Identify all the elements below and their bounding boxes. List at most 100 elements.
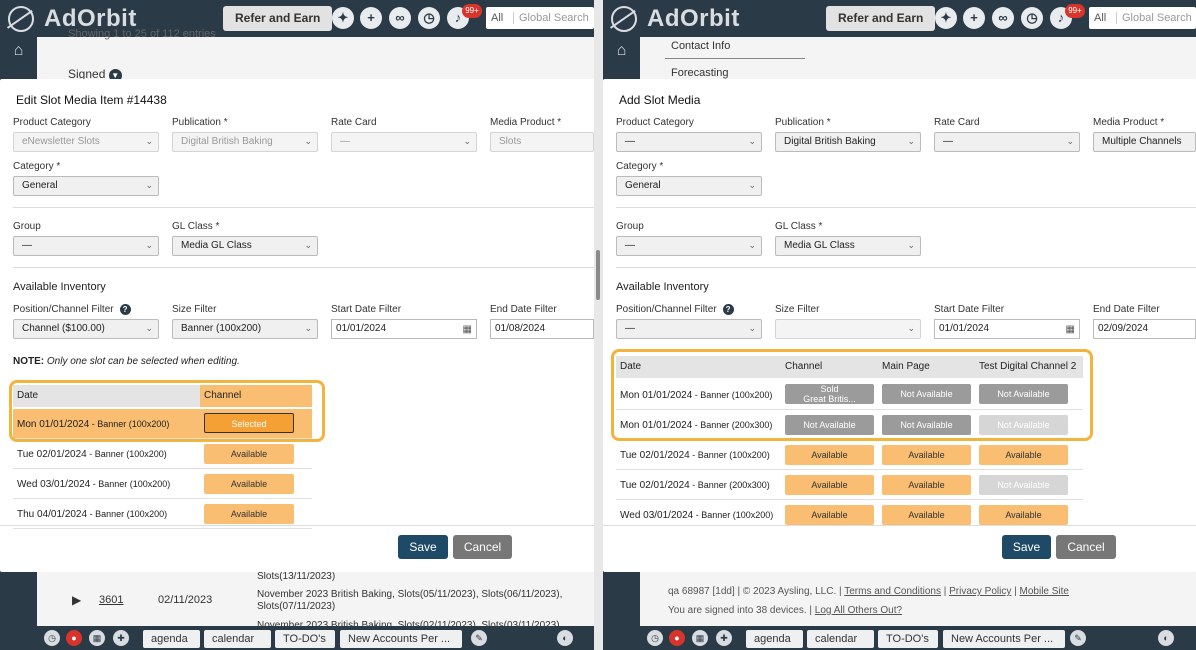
history-icon[interactable]: ◷: [1021, 7, 1043, 29]
size-filter-select[interactable]: ⌄: [775, 319, 921, 339]
taskbar-tab-calendar[interactable]: calendar: [807, 630, 874, 648]
save-button[interactable]: Save: [1002, 535, 1051, 559]
slot-button[interactable]: Available: [204, 444, 294, 464]
contact-info-link[interactable]: Contact Info: [671, 40, 730, 52]
global-search[interactable]: All Global Search: [1089, 7, 1196, 29]
start-date-input[interactable]: 01/01/2024 ▦: [331, 319, 477, 339]
calculator-icon[interactable]: ▦: [692, 630, 708, 646]
category-select[interactable]: General ⌄: [13, 176, 159, 196]
slot-button[interactable]: Available: [882, 505, 971, 525]
media-product-select[interactable]: Multiple Channels: [1093, 132, 1196, 152]
terms-link[interactable]: Terms and Conditions: [844, 586, 941, 597]
size-filter-select[interactable]: Banner (100x200) ⌄: [172, 319, 318, 339]
logout-others-link[interactable]: Log All Others Out?: [815, 605, 902, 616]
slot-button-not-available: Not Available: [979, 475, 1068, 495]
globe-icon[interactable]: ✚: [716, 630, 732, 646]
split-divider[interactable]: [594, 0, 603, 650]
link-icon[interactable]: ∞: [992, 7, 1014, 29]
gl-class-select[interactable]: Media GL Class ⌄: [172, 236, 318, 256]
position-filter-label: Position/Channel Filter?: [616, 304, 734, 315]
home-icon[interactable]: ⌂: [0, 37, 37, 65]
taskbar-tab-new-accounts[interactable]: New Accounts Per ...: [943, 630, 1065, 648]
toggle-icon[interactable]: ◐: [557, 630, 573, 646]
group-select[interactable]: — ⌄: [13, 236, 159, 256]
publication-select[interactable]: Digital British Baking ⌄: [775, 132, 921, 152]
end-date-input[interactable]: 02/09/2024: [1093, 319, 1196, 339]
chevron-down-icon: ⌄: [748, 180, 756, 190]
clock-icon[interactable]: ◷: [647, 630, 663, 646]
taskbar-tab-calendar[interactable]: calendar: [204, 630, 271, 648]
product-category-select[interactable]: eNewsletter Slots ⌄: [13, 132, 159, 152]
party-icon[interactable]: ✦: [935, 7, 957, 29]
global-search[interactable]: All Global Search: [486, 7, 594, 29]
help-icon[interactable]: ?: [119, 304, 131, 315]
help-icon[interactable]: ?: [722, 304, 734, 315]
taskbar: ◷ ● ▦ ✚ agenda calendar TO-DO's New Acco…: [603, 626, 1196, 650]
publication-select[interactable]: Digital British Baking ⌄: [172, 132, 318, 152]
clock-icon[interactable]: ◷: [44, 630, 60, 646]
position-filter-select[interactable]: — ⌄: [616, 319, 762, 339]
refer-and-earn-button[interactable]: Refer and Earn: [223, 6, 333, 31]
chevron-down-icon: ⌄: [145, 180, 153, 190]
pencil-icon[interactable]: ✎: [1070, 630, 1086, 646]
position-filter-select[interactable]: Channel ($100.00) ⌄: [13, 319, 159, 339]
add-icon[interactable]: +: [963, 7, 985, 29]
end-date-label: End Date Filter: [1093, 304, 1160, 315]
inventory-title: Available Inventory: [13, 281, 106, 293]
taskbar-tab-agenda[interactable]: agenda: [143, 630, 200, 648]
search-input[interactable]: Global Search: [1117, 12, 1192, 24]
search-input[interactable]: Global Search: [514, 12, 589, 24]
slot-button[interactable]: Available: [204, 504, 294, 524]
record-icon[interactable]: ●: [669, 630, 685, 646]
mobile-site-link[interactable]: Mobile Site: [1020, 586, 1069, 597]
slot-button[interactable]: Available: [204, 474, 294, 494]
slot-button[interactable]: Available: [979, 445, 1068, 465]
cancel-button[interactable]: Cancel: [453, 535, 512, 559]
calendar-icon[interactable]: ▦: [463, 321, 472, 339]
cancel-button[interactable]: Cancel: [1056, 535, 1116, 559]
slot-button[interactable]: Available: [785, 445, 874, 465]
pencil-icon[interactable]: ✎: [471, 630, 487, 646]
gl-class-select[interactable]: Media GL Class ⌄: [775, 236, 921, 256]
history-icon[interactable]: ◷: [418, 7, 440, 29]
group-select[interactable]: — ⌄: [616, 236, 762, 256]
rate-card-select[interactable]: — ⌄: [331, 132, 477, 152]
home-icon[interactable]: ⌂: [603, 37, 640, 65]
forecasting-link[interactable]: Forecasting: [671, 67, 728, 79]
logo[interactable]: AdOrbit: [611, 5, 740, 33]
calendar-icon[interactable]: ▦: [1066, 321, 1075, 339]
link-icon[interactable]: ∞: [389, 7, 411, 29]
refer-and-earn-button[interactable]: Refer and Earn: [826, 6, 936, 31]
rate-card-select[interactable]: — ⌄: [934, 132, 1080, 152]
slot-button[interactable]: Available: [785, 475, 874, 495]
save-button[interactable]: Save: [398, 535, 448, 559]
taskbar-tab-agenda[interactable]: agenda: [746, 630, 803, 648]
globe-icon[interactable]: ✚: [113, 630, 129, 646]
drag-handle[interactable]: [596, 250, 600, 300]
media-product-label: Media Product *: [490, 117, 562, 128]
expand-row-icon[interactable]: ▶: [72, 593, 81, 607]
end-date-input[interactable]: 01/08/2024: [490, 319, 594, 339]
slot-button[interactable]: Available: [882, 445, 971, 465]
party-icon[interactable]: ✦: [332, 7, 354, 29]
category-select[interactable]: General ⌄: [616, 176, 762, 196]
slot-button[interactable]: Available: [785, 505, 874, 525]
start-date-input[interactable]: 01/01/2024 ▦: [934, 319, 1080, 339]
calculator-icon[interactable]: ▦: [89, 630, 105, 646]
privacy-link[interactable]: Privacy Policy: [949, 586, 1011, 597]
search-scope-select[interactable]: All: [1089, 12, 1117, 24]
product-category-select[interactable]: — ⌄: [616, 132, 762, 152]
search-scope-select[interactable]: All: [486, 12, 514, 24]
add-icon[interactable]: +: [360, 7, 382, 29]
taskbar-tab-new-accounts[interactable]: New Accounts Per ...: [340, 630, 462, 648]
taskbar-tab-todos[interactable]: TO-DO's: [878, 630, 938, 648]
slot-button[interactable]: Available: [882, 475, 971, 495]
slot-button[interactable]: Available: [979, 505, 1068, 525]
divider: [616, 207, 1196, 208]
record-icon[interactable]: ●: [66, 630, 82, 646]
modal-title: Edit Slot Media Item #14438: [16, 93, 167, 107]
taskbar-tab-todos[interactable]: TO-DO's: [275, 630, 335, 648]
row-id-link[interactable]: 3601: [99, 594, 123, 606]
media-product-select[interactable]: Slots: [490, 132, 594, 152]
toggle-icon[interactable]: ◐: [1158, 630, 1174, 646]
